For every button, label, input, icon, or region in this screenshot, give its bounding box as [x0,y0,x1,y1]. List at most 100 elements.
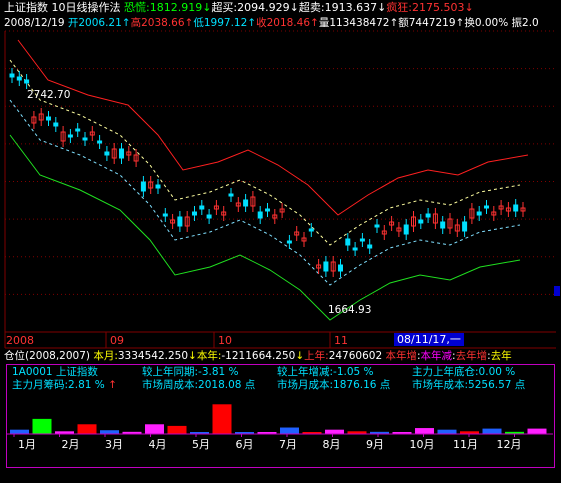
candle-body [243,199,249,207]
bottom-value: 0.00 % [478,366,516,378]
month-label: 11月 [453,438,478,451]
candle-body [97,140,103,144]
candle-body [206,214,212,219]
candle-body [9,73,15,78]
candle-body [228,193,234,197]
candle-body [476,211,482,216]
month-label: 7月 [279,438,297,451]
yoy-row: 较上年同期:-3.81 % [142,366,239,379]
chips-value: 2.81 % [68,379,105,391]
month-label: 3月 [105,438,123,451]
candle-body [462,221,468,232]
volume-label: 量 [318,17,330,29]
this-year-value: -1211664.250 [221,350,296,362]
month-label: 4月 [148,438,167,451]
crazy-label: 疯狂: [386,1,413,14]
candle-body [352,247,358,251]
low-annotation: 1664.93 [328,304,372,316]
candle-body [24,79,30,84]
index-title: 上证指数 [4,1,48,14]
oversell-label: 超卖: [298,1,325,14]
candle-body [140,181,146,192]
week-cost-row: 市场周成本:2018.08 点 [142,379,255,392]
axis-month-10: 10 [218,334,232,347]
band-upper [17,39,529,216]
chips-label: 主力月筹码: [12,379,69,391]
oversell-value: 1913.637 [324,1,378,14]
candle-body [119,148,124,159]
amplitude-value: 2.0 [522,17,539,29]
month-label: 1月 [18,438,36,451]
month-label: 2月 [61,438,80,451]
legend-last-dec: 去年 [490,350,512,362]
candle-body [53,122,59,127]
indicator-name: 10日线操作法 [51,1,121,14]
amount-arrow: ↑ [455,17,465,29]
header-row: 上证指数 10日线操作法 恐慌:1812.919↓超买:2094.929↓超卖:… [4,1,474,14]
cursor-date-box: 08/11/17,一 [394,333,464,346]
legend-inc: 本年增 [385,350,417,362]
volume-value: 113438472 [329,17,390,29]
month-label: 6月 [235,438,254,451]
growth-row: 较上年增减:-1.05 % [277,366,374,379]
close-label: 收 [256,17,267,29]
year-cost-value: 5256.57 点 [468,379,526,391]
low-value: 1997.12 [203,17,248,29]
overbuy-value: 2094.929 [237,1,290,14]
low-arrow: ↑ [247,17,257,29]
close-value: 2018.46 [266,17,310,29]
candle-body [513,204,519,212]
candle-body [16,76,22,81]
volume-arrow: ↑ [389,17,399,29]
high-annotation: 2742.70 [27,89,71,101]
candle-body [75,128,81,132]
month-cost-value: 1876.16 点 [333,379,391,391]
open-arrow: ↑ [121,17,131,29]
turnover-value: 0.00% [474,17,509,29]
band-mid-upper [9,59,521,246]
crazy-value: 2175.503 [412,1,465,14]
candle-body [308,228,314,232]
bottom-row: 主力上年底仓:0.00 % [412,366,515,379]
this-month-value: 3334542.250 [117,350,189,362]
candle-body [192,211,197,216]
week-cost-label: 市场周成本: [142,379,199,391]
month-label: 10月 [409,438,435,451]
year-cost-row: 市场年成本:5256.57 点 [412,379,525,392]
candle-body [67,134,73,138]
candle-body [104,151,110,156]
candle-body [286,240,292,244]
overbuy-arrow: ↓ [289,1,299,14]
legend-dec: 本年减 [420,350,453,362]
bottom-label: 主力上年底仓: [412,366,479,378]
stock-name: 上证指数 [55,366,98,378]
quote-date: 2008/12/19 [4,17,65,29]
position-label: 仓位(2008,2007) [4,350,90,362]
candle-body [338,264,343,272]
stock-code: 1A0001 [12,366,53,378]
this-year-arrow: ↓ [295,350,305,362]
candle-body [177,216,183,227]
open-label: 开 [67,17,79,29]
crazy-arrow: ↓ [464,1,474,14]
candle-body [425,213,431,218]
year-cost-label: 市场年成本: [412,379,469,391]
price-panel [4,30,560,349]
candle-body [345,238,351,246]
month-label: 5月 [192,438,210,451]
growth-label: 较上年增减: [277,366,334,378]
fear-value: 1812.919 [149,1,203,14]
axis-month-2008: 2008 [6,334,34,347]
last-year-value: 24760602 [328,350,383,362]
axis-month-11: 11 [334,334,348,347]
candle-body [374,224,380,228]
scroll-marker [554,286,560,296]
amount-value: 7447219 [408,17,456,29]
legend-last-inc: 去年增 [455,350,488,362]
high-value: 2038.66 [141,17,185,29]
month-cost-label: 市场月成本: [277,379,334,391]
candle-body [46,116,51,121]
close-arrow: ↑ [310,17,319,29]
low-label: 低 [193,17,204,29]
candle-body [367,244,373,249]
